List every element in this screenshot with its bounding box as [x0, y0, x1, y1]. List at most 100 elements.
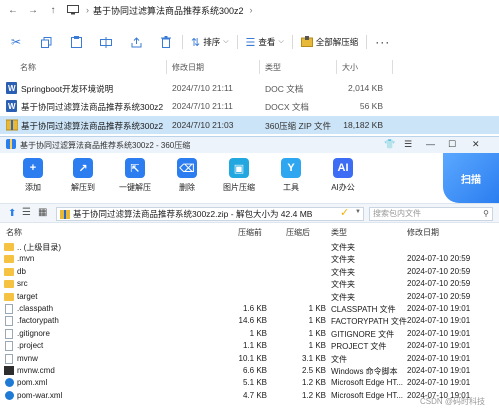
- column-separator[interactable]: [336, 60, 337, 74]
- zip-file-name: .. (上级目录): [17, 243, 61, 252]
- extract-to-button[interactable]: ↗ 解压到: [58, 158, 108, 193]
- zip-file-modified: 2024-07-10 19:01: [407, 328, 471, 338]
- trash-icon: ⌫: [177, 158, 197, 178]
- column-separator[interactable]: [166, 60, 167, 74]
- zip-file-type: GITIGNORE 文件: [331, 329, 395, 339]
- scan-button[interactable]: 扫描: [443, 153, 499, 203]
- monitor-icon[interactable]: [66, 3, 80, 17]
- rename-icon[interactable]: [98, 34, 114, 50]
- add-label: 添加: [25, 183, 41, 192]
- zip-file-row[interactable]: mvnw 10.1 KB 3.1 KB 文件 2024-07-10 19:01: [0, 353, 499, 365]
- column-header-name[interactable]: 名称: [20, 62, 36, 73]
- zip-file-row[interactable]: .gitignore 1 KB 1 KB GITIGNORE 文件 2024-07-10…: [0, 328, 499, 340]
- verify-check-icon[interactable]: ✓: [340, 206, 349, 219]
- zip-file-row[interactable]: .factorypath 14.6 KB 1 KB FACTORYPATH 文件 202…: [0, 315, 499, 327]
- zip-file-row[interactable]: mvnw.cmd 6.6 KB 2.5 KB Windows 命令脚本 2024-07-…: [0, 365, 499, 377]
- zip-file-name: .classpath: [17, 304, 54, 313]
- zip-file-name: src: [17, 279, 28, 289]
- column-header-modified[interactable]: 修改日期: [407, 227, 439, 238]
- column-separator[interactable]: [392, 60, 393, 74]
- file-row-selected[interactable]: 基于协同过滤算法商品推荐系统300z2 2024/7/10 21:03 360压…: [0, 116, 499, 134]
- share-icon[interactable]: [128, 34, 144, 50]
- scan-label: 扫描: [461, 174, 481, 186]
- word-doc-icon: W: [6, 82, 17, 96]
- grid-view-icon[interactable]: ▦: [38, 207, 47, 218]
- add-button[interactable]: + 添加: [8, 158, 58, 193]
- column-header-name[interactable]: 名称: [6, 227, 22, 238]
- zip-file-name: .mvn: [17, 254, 35, 264]
- forward-arrow-icon[interactable]: →: [26, 3, 40, 17]
- archive-search-input[interactable]: 搜索包内文件 ⚲: [369, 207, 493, 221]
- zip-titlebar: 基于协同过滤算法商品推荐系统300z2 - 360压缩 👕 ☰ — ☐ ✕: [0, 137, 499, 153]
- zip-file-compressed-size: 14.6 KB: [238, 316, 267, 326]
- list-view-icon[interactable]: ☰: [22, 207, 31, 218]
- breadcrumb-chevron-icon: ›: [86, 5, 89, 15]
- more-options-button[interactable]: ···: [375, 35, 390, 49]
- column-header-size[interactable]: 大小: [342, 62, 358, 73]
- zip-file-row[interactable]: .. (上级目录) 文件夹: [0, 241, 499, 253]
- zip-file-type: 文件夹: [331, 280, 355, 290]
- paste-icon[interactable]: [68, 34, 84, 50]
- column-header-modified[interactable]: 修改日期: [172, 62, 204, 73]
- chevron-down-icon[interactable]: ▼: [355, 209, 361, 215]
- minimize-icon[interactable]: —: [426, 139, 435, 149]
- zip-file-row[interactable]: target 文件夹 2024-07-10 20:59: [0, 291, 499, 303]
- file-type: DOCX 文档: [265, 102, 309, 112]
- file-icon: [5, 316, 13, 327]
- extract-all-icon: [300, 35, 313, 49]
- column-separator[interactable]: [259, 60, 260, 74]
- zip-file-name: .gitignore: [17, 328, 50, 338]
- zip-file-row[interactable]: src 文件夹 2024-07-10 20:59: [0, 278, 499, 290]
- zip-file-row[interactable]: db 文件夹 2024-07-10 20:59: [0, 266, 499, 278]
- archive-path-field[interactable]: 基于协同过滤算法商品推荐系统300z2.zip - 解包大小为 42.4 MB: [56, 207, 364, 221]
- column-header-type[interactable]: 类型: [265, 62, 281, 73]
- search-icon[interactable]: ⚲: [483, 208, 489, 220]
- maximize-icon[interactable]: ☐: [448, 139, 456, 150]
- extract-to-icon: ↗: [73, 158, 93, 178]
- zip-file-packed-size: 1.2 KB: [301, 378, 326, 388]
- zip-file-compressed-size: 5.1 KB: [242, 378, 267, 388]
- copy-icon[interactable]: [38, 34, 54, 50]
- menu-icon[interactable]: ☰: [404, 139, 412, 150]
- zip-file-row[interactable]: pom.xml 5.1 KB 1.2 KB Microsoft Edge HT... 2…: [0, 377, 499, 389]
- view-button[interactable]: ☰ 查看 ⌵: [246, 36, 284, 49]
- up-level-icon[interactable]: ⬆: [8, 208, 16, 219]
- one-click-extract-button[interactable]: ⇱ 一键解压: [110, 158, 160, 193]
- zip-file-row[interactable]: .classpath 1.6 KB 1 KB CLASSPATH 文件 2024-07-…: [0, 303, 499, 315]
- chevron-down-icon: ⌵: [278, 38, 284, 45]
- sort-button[interactable]: ⇅ 排序 ⌵: [191, 36, 229, 49]
- column-header-compressed[interactable]: 压缩前: [238, 227, 262, 238]
- file-row[interactable]: W 基于协同过滤算法商品推荐系统300z2 2024/7/10 21:11 DO…: [0, 97, 499, 115]
- zip-file-compressed-size: 6.6 KB: [242, 366, 267, 375]
- zip-file-row[interactable]: .mvn 文件夹 2024-07-10 20:59: [0, 253, 499, 265]
- zip-address-bar: ⬆ ☰ ▦ 基于协同过滤算法商品推荐系统300z2.zip - 解包大小为 42…: [0, 203, 499, 223]
- zip-file-type: Microsoft Edge HT...: [331, 390, 404, 400]
- image-compress-label: 图片压缩: [223, 183, 255, 192]
- zip-file-modified: 2024-07-10 19:01: [407, 378, 471, 388]
- ai-office-button[interactable]: AI AI办公: [318, 158, 368, 193]
- back-arrow-icon[interactable]: ←: [6, 3, 20, 17]
- breadcrumb[interactable]: 基于协同过滤算法商品推荐系统300z2: [93, 4, 244, 17]
- image-compress-button[interactable]: ▣ 图片压缩: [214, 158, 264, 193]
- add-icon: +: [23, 158, 43, 178]
- zip-file-compressed-size: 1 KB: [249, 328, 267, 338]
- folder-icon: [4, 292, 14, 301]
- zip-file-packed-size: 3.1 KB: [301, 353, 326, 363]
- folder-icon: [4, 267, 14, 276]
- column-header-packed[interactable]: 压缩后: [286, 227, 310, 238]
- close-icon[interactable]: ✕: [472, 139, 480, 150]
- delete-button[interactable]: ⌫ 删除: [162, 158, 212, 193]
- zip-file-name: pom-war.xml: [17, 390, 63, 400]
- column-header-type[interactable]: 类型: [331, 227, 347, 238]
- file-row[interactable]: W Springboot开发环境说明 2024/7/10 21:11 DOC 文…: [0, 79, 499, 97]
- extract-all-button[interactable]: 全部解压缩: [300, 35, 358, 49]
- zip-file-row[interactable]: .project 1.1 KB 1 KB PROJECT 文件 2024-07-10 1…: [0, 340, 499, 352]
- command-script-icon: [4, 366, 14, 375]
- folder-icon: [4, 243, 14, 251]
- up-arrow-icon[interactable]: ↑: [46, 3, 60, 17]
- skin-icon[interactable]: 👕: [384, 139, 395, 150]
- tools-button[interactable]: Y 工具: [266, 158, 316, 193]
- cut-icon[interactable]: ✂: [8, 34, 24, 50]
- delete-icon[interactable]: [158, 34, 174, 50]
- edge-browser-icon: [5, 378, 14, 388]
